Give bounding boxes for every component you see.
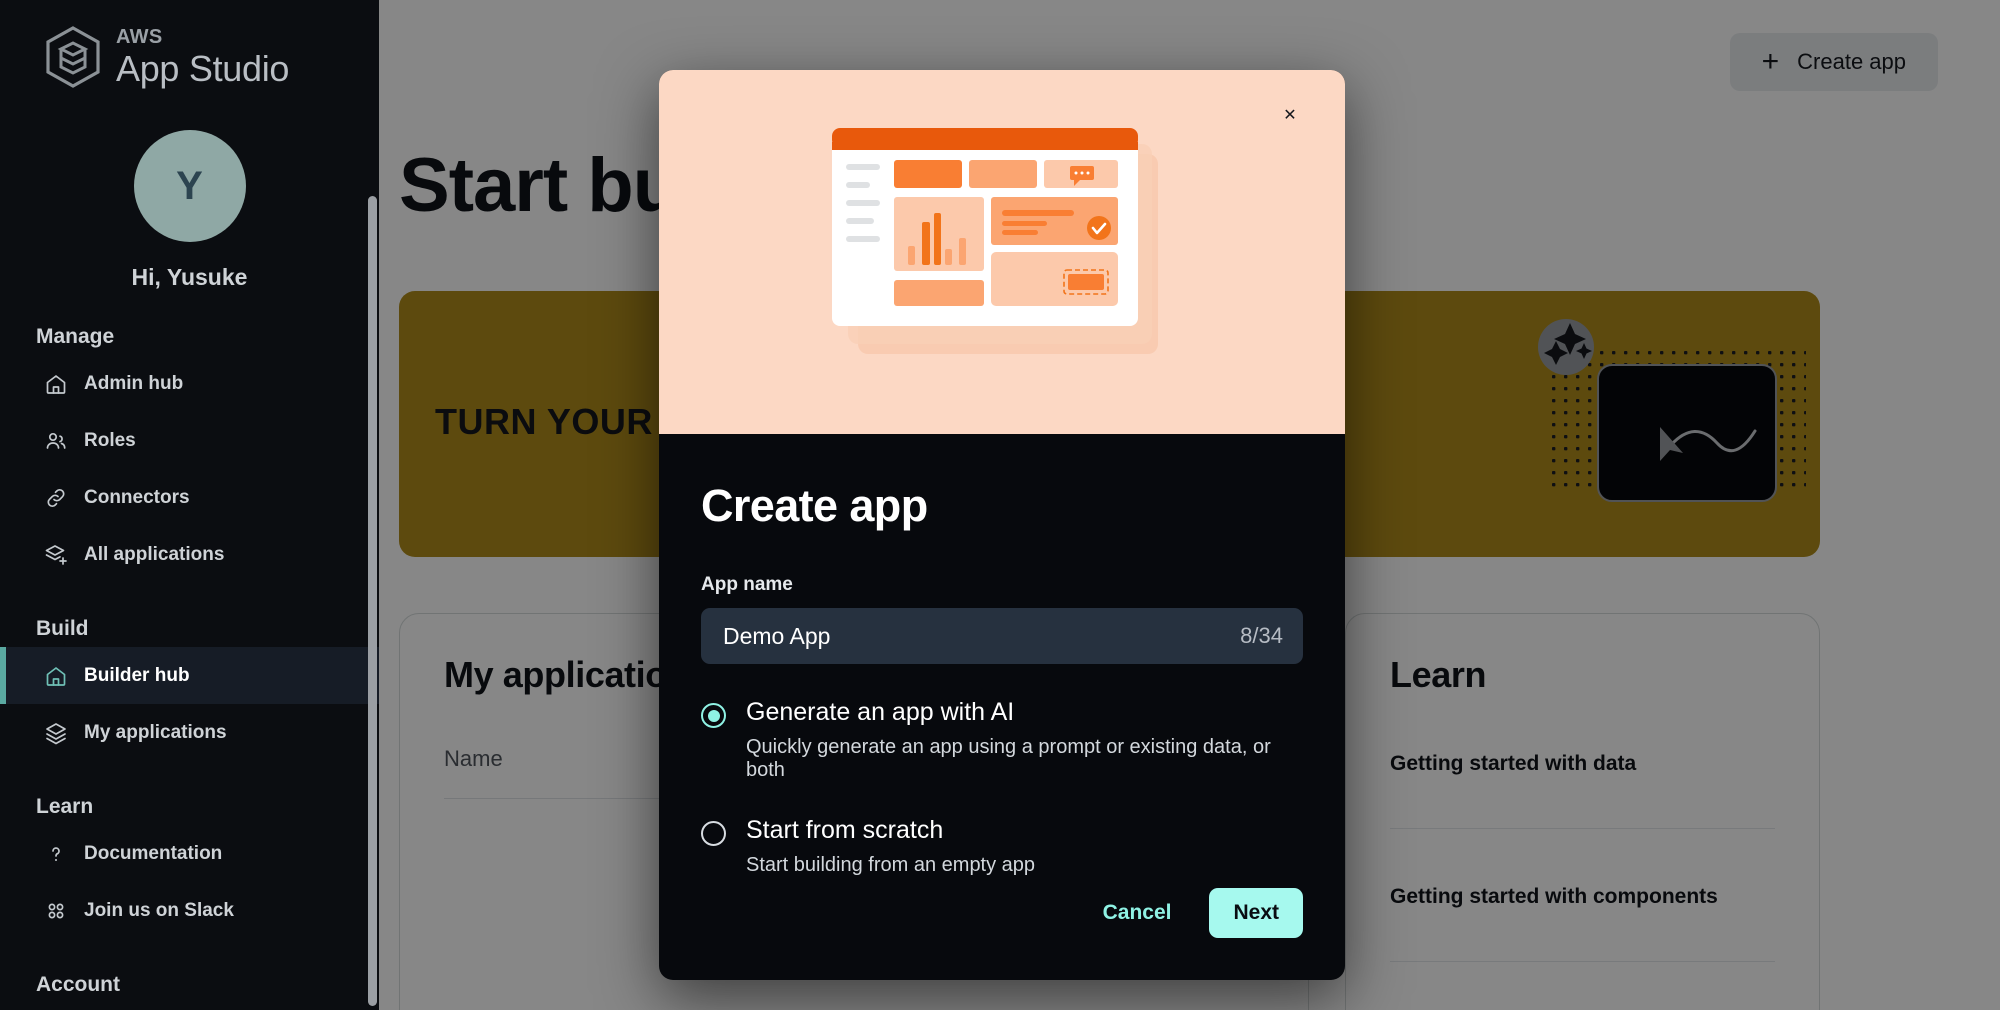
- layers-plus-icon: [44, 543, 68, 567]
- radio-option-label: Generate an app with AI: [746, 698, 1015, 726]
- aws-app-studio-logo-icon: [46, 26, 100, 88]
- sidebar-item-label: All applications: [84, 543, 225, 565]
- app-type-radio-group: Generate an app with AI Quickly generate …: [701, 698, 1303, 877]
- sidebar: AWS App Studio Y Hi, Yusuke Manage Admin …: [0, 0, 379, 1010]
- app-name-value: Demo App: [723, 622, 831, 649]
- radio-option-start-from-scratch[interactable]: Start from scratch Start building from an…: [701, 816, 1303, 877]
- modal-hero: ✕: [659, 70, 1345, 434]
- sidebar-item-label: Builder hub: [84, 664, 190, 686]
- home-icon: [44, 372, 68, 396]
- sidebar-item-roles[interactable]: Roles: [0, 412, 379, 469]
- sidebar-item-label: Documentation: [84, 842, 223, 864]
- create-app-illustration: [832, 128, 1158, 354]
- radio-option-description: Quickly generate an app using a prompt o…: [746, 735, 1271, 781]
- cancel-button[interactable]: Cancel: [1083, 889, 1192, 937]
- sidebar-section-title: Learn: [36, 795, 94, 818]
- sidebar-nav: Manage Admin hub Roles Connectors All applic…: [0, 325, 379, 997]
- link-icon: [44, 486, 68, 510]
- sidebar-item-connectors[interactable]: Connectors: [0, 469, 379, 526]
- logo-product-text: App Studio: [116, 48, 290, 89]
- radio-button[interactable]: [701, 820, 726, 846]
- sidebar-section-title: Manage: [36, 325, 115, 348]
- radio-option-label: Start from scratch: [746, 815, 944, 844]
- sidebar-item-label: My applications: [84, 721, 227, 743]
- radio-button[interactable]: [701, 703, 726, 728]
- screen-root: AWS App Studio Y Hi, Yusuke Manage Admin …: [0, 0, 2000, 1010]
- home-icon: [44, 664, 68, 688]
- sidebar-item-label: Roles: [84, 429, 136, 451]
- sidebar-item-builder-hub[interactable]: Builder hub: [0, 647, 379, 704]
- close-icon[interactable]: ✕: [1273, 98, 1307, 132]
- app-logo[interactable]: AWS App Studio: [0, 0, 379, 88]
- user-greeting: Hi, Yusuke: [131, 264, 248, 290]
- slack-icon: [44, 899, 68, 923]
- app-name-label: App name: [701, 574, 793, 595]
- user-profile: Y Hi, Yusuke: [0, 130, 379, 291]
- modal-footer: Cancel Next: [1083, 888, 1303, 938]
- logo-aws-text: AWS: [116, 26, 163, 48]
- create-app-modal: ✕ Create app App name Demo App 8/34 Gene…: [659, 70, 1345, 980]
- sidebar-item-join-us-on-slack[interactable]: Join us on Slack: [0, 882, 379, 939]
- sidebar-item-admin-hub[interactable]: Admin hub: [0, 355, 379, 412]
- radio-option-description: Start building from an empty app: [746, 853, 1036, 876]
- sidebar-section-title: Account: [36, 973, 120, 996]
- app-name-input[interactable]: Demo App 8/34: [701, 608, 1303, 664]
- modal-body: Create app App name Demo App 8/34 Genera…: [659, 434, 1345, 877]
- layers-icon: [44, 721, 68, 745]
- avatar[interactable]: Y: [133, 130, 246, 242]
- sidebar-scrollbar[interactable]: [368, 196, 377, 1006]
- modal-title: Create app: [701, 480, 928, 531]
- next-button[interactable]: Next: [1209, 888, 1303, 938]
- sidebar-item-all-applications[interactable]: All applications: [0, 526, 379, 583]
- sidebar-item-label: Admin hub: [84, 372, 184, 394]
- sidebar-item-label: Join us on Slack: [84, 899, 234, 921]
- radio-option-generate-with-ai[interactable]: Generate an app with AI Quickly generate …: [701, 698, 1303, 782]
- sidebar-item-documentation[interactable]: Documentation: [0, 825, 379, 882]
- app-name-counter: 8/34: [1240, 623, 1283, 648]
- users-icon: [44, 429, 68, 453]
- sidebar-item-label: Connectors: [84, 486, 190, 508]
- question-icon: [44, 842, 68, 866]
- sidebar-section-title: Build: [36, 617, 89, 640]
- sidebar-item-my-applications[interactable]: My applications: [0, 704, 379, 761]
